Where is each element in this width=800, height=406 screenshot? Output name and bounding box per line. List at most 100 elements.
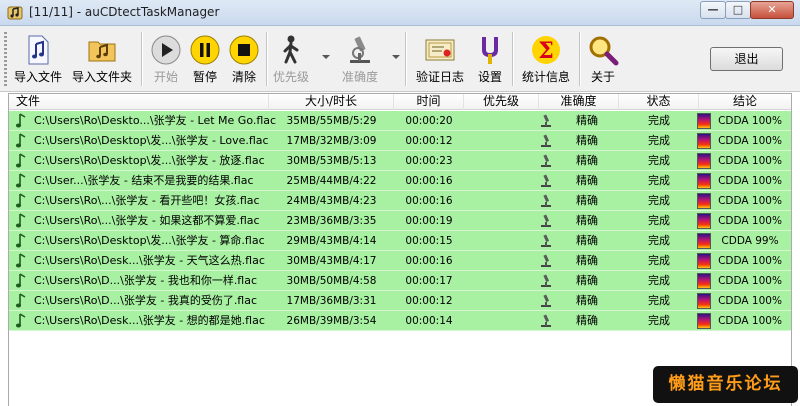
column-header-status[interactable]: 状态 — [619, 94, 699, 110]
cell-file: C:\Users\Ro\Desk...\张学友 - 想的都是她.flac — [34, 314, 265, 327]
cell-time: 00:00:16 — [405, 195, 453, 207]
cell-file: C:\Users\Ro\Deskto...\张学友 - Let Me Go.fl… — [34, 114, 277, 127]
sigma-icon: Σ — [532, 36, 560, 64]
cell-size: 17MB/36MB/3:31 — [286, 295, 377, 307]
toolbar-label-settings: 设置 — [477, 70, 502, 84]
music-note-icon — [15, 213, 26, 228]
statistics-button[interactable]: Σ 统计信息 — [518, 30, 574, 88]
toolbar-label-import-folder: 导入文件夹 — [71, 70, 132, 84]
microscope-icon — [541, 154, 551, 167]
start-button[interactable]: 开始 — [146, 30, 186, 88]
cell-status: 完成 — [648, 174, 670, 187]
import-folder-button[interactable]: 导入文件夹 — [70, 30, 134, 88]
table-row[interactable]: C:\Users\Ro\Desk...\张学友 - 想的都是她.flac 26MB… — [9, 311, 791, 331]
settings-button[interactable]: 设置 — [472, 30, 508, 88]
column-header-size[interactable]: 大小/时长 — [269, 94, 394, 110]
table-row[interactable]: C:\Users\Ro\Desk...\张学友 - 天气这么热.flac 30MB… — [9, 251, 791, 271]
task-list[interactable]: 文件 大小/时长 时间 优先级 准确度 状态 结论 C:\Users\Ro\De… — [8, 93, 792, 406]
column-header-priority[interactable]: 优先级 — [464, 94, 539, 110]
toolbar-grip[interactable] — [4, 32, 7, 86]
cell-file: C:\Users\Ro\D...\张学友 - 我真的受伤了.flac — [34, 294, 258, 307]
music-note-icon — [15, 113, 26, 128]
cell-status: 完成 — [648, 114, 670, 127]
cell-accuracy: 精确 — [576, 254, 598, 267]
cell-file: C:\Users\Ro\D...\张学友 - 我也和你一样.flac — [34, 274, 258, 287]
cell-accuracy: 精确 — [576, 114, 598, 127]
microscope-icon — [541, 314, 551, 327]
table-row[interactable]: C:\Users\Ro\Deskto...\张学友 - Let Me Go.fl… — [9, 111, 791, 131]
import-file-button[interactable]: 导入文件 — [10, 30, 66, 88]
cell-file: C:\Users\Ro\Desktop\发...\张学友 - 算命.flac — [34, 234, 265, 247]
microscope-icon — [541, 294, 551, 307]
priority-dropdown-arrow[interactable] — [322, 55, 330, 59]
cell-size: 23MB/36MB/3:35 — [286, 215, 377, 227]
column-header-accuracy[interactable]: 准确度 — [539, 94, 619, 110]
music-note-icon — [15, 313, 26, 328]
exit-button[interactable]: 退出 — [710, 47, 783, 71]
table-row[interactable]: C:\Users\Ro\...\张学友 - 看开些吧！女孩.flac 24MB/4… — [9, 191, 791, 211]
column-header-result[interactable]: 结论 — [699, 94, 791, 110]
toolbar-label-statistics: 统计信息 — [521, 70, 570, 84]
close-button[interactable]: ✕ — [750, 1, 794, 19]
microscope-icon — [541, 114, 551, 127]
music-note-icon — [15, 133, 26, 148]
table-row[interactable]: C:\Users\Ro\Desktop\发...\张学友 - 放逐.flac 30… — [9, 151, 791, 171]
cell-status: 完成 — [648, 194, 670, 207]
cell-time: 00:00:15 — [405, 235, 453, 247]
toolbar-label-start: 开始 — [153, 70, 178, 84]
column-header-time[interactable]: 时间 — [394, 94, 464, 110]
cell-file: C:\Users\Ro\...\张学友 - 如果这都不算爱.flac — [34, 214, 260, 227]
cell-result: CDDA 100% — [718, 215, 782, 227]
toolbar-separator — [512, 32, 514, 86]
cell-result: CDDA 100% — [718, 195, 782, 207]
cell-time: 00:00:12 — [405, 135, 453, 147]
cell-result: CDDA 100% — [718, 115, 782, 127]
table-row[interactable]: C:\User...\张学友 - 结束不是我要的结果.flac 25MB/44MB… — [9, 171, 791, 191]
table-row[interactable]: C:\Users\Ro\D...\张学友 - 我也和你一样.flac 30MB/5… — [9, 271, 791, 291]
microscope-icon — [541, 174, 551, 187]
play-icon — [151, 35, 181, 65]
table-row[interactable]: C:\Users\Ro\...\张学友 - 如果这都不算爱.flac 23MB/3… — [9, 211, 791, 231]
toolbar-label-import-file: 导入文件 — [13, 70, 62, 84]
cell-result: CDDA 100% — [718, 295, 782, 307]
cell-file: C:\Users\Ro\Desktop\发...\张学友 - 放逐.flac — [34, 154, 265, 167]
accuracy-button[interactable]: 准确度 — [335, 30, 385, 88]
accuracy-dropdown-arrow[interactable] — [392, 55, 400, 59]
minimize-button[interactable]: — — [700, 1, 726, 19]
table-row[interactable]: C:\Users\Ro\D...\张学友 - 我真的受伤了.flac 17MB/3… — [9, 291, 791, 311]
tuning-fork-icon — [482, 37, 498, 64]
forum-watermark: 懒猫音乐论坛 — [653, 366, 798, 403]
stop-icon — [229, 35, 259, 65]
cell-result: CDDA 99% — [721, 235, 779, 247]
music-note-icon — [15, 273, 26, 288]
maximize-icon: □ — [732, 3, 744, 16]
cell-size: 30MB/53MB/5:13 — [286, 155, 377, 167]
cell-size: 35MB/55MB/5:29 — [286, 115, 377, 127]
microscope-icon — [541, 134, 551, 147]
window-controls: — □ ✕ — [700, 1, 794, 19]
microscope-icon — [541, 194, 551, 207]
about-button[interactable]: 关于 — [585, 30, 621, 88]
cell-time: 00:00:23 — [405, 155, 453, 167]
pause-button[interactable]: 暂停 — [186, 30, 224, 88]
title-bar[interactable]: [11/11] - auCDtectTaskManager — □ ✕ — [0, 0, 800, 26]
column-header-file[interactable]: 文件 — [9, 94, 269, 110]
cell-status: 完成 — [648, 314, 670, 327]
maximize-button[interactable]: □ — [725, 1, 751, 19]
verify-log-button[interactable]: 验证日志 — [412, 30, 468, 88]
cell-result: CDDA 100% — [718, 315, 782, 327]
cell-file: C:\Users\Ro\Desk...\张学友 - 天气这么热.flac — [34, 254, 265, 267]
pause-icon — [190, 35, 220, 65]
table-row[interactable]: C:\Users\Ro\Desktop\发...\张学友 - 算命.flac 29… — [9, 231, 791, 251]
cell-size: 25MB/44MB/4:22 — [286, 175, 377, 187]
svg-text:Σ: Σ — [538, 38, 554, 64]
music-folder-icon — [88, 41, 116, 62]
clear-button[interactable]: 清除 — [225, 30, 263, 88]
priority-button[interactable]: 优先级 — [268, 30, 314, 88]
table-row[interactable]: C:\Users\Ro\Desktop\发...\张学友 - Love.flac… — [9, 131, 791, 151]
microscope-icon — [541, 234, 551, 247]
cell-status: 完成 — [648, 294, 670, 307]
cell-status: 完成 — [648, 214, 670, 227]
cell-accuracy: 精确 — [576, 154, 598, 167]
cell-status: 完成 — [648, 234, 670, 247]
